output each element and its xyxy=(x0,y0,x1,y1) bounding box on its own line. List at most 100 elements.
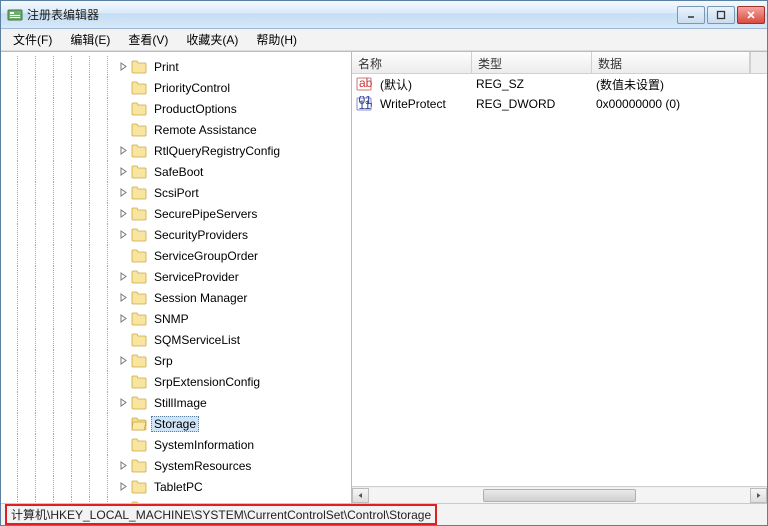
scroll-left-button[interactable] xyxy=(352,488,369,503)
expand-toggle-icon[interactable] xyxy=(117,61,129,73)
window-title: 注册表编辑器 xyxy=(27,6,677,23)
tree-item[interactable]: SystemInformation xyxy=(1,434,351,455)
horizontal-scrollbar[interactable] xyxy=(352,486,767,503)
expand-toggle-icon[interactable] xyxy=(117,229,129,241)
expand-toggle-icon[interactable] xyxy=(117,502,129,504)
expand-toggle-icon[interactable] xyxy=(117,271,129,283)
tree-item-label: StillImage xyxy=(151,396,210,410)
folder-icon xyxy=(131,270,147,284)
tree-item[interactable]: Print xyxy=(1,56,351,77)
value-row[interactable]: ab(默认)REG_SZ(数值未设置) xyxy=(352,74,767,94)
expand-toggle-icon[interactable] xyxy=(117,166,129,178)
regedit-icon xyxy=(7,7,23,23)
expand-toggle-icon[interactable] xyxy=(117,292,129,304)
string-value-icon: ab xyxy=(356,76,372,92)
folder-icon xyxy=(131,81,147,95)
tree-item[interactable]: SecurityProviders xyxy=(1,224,351,245)
folder-icon xyxy=(131,186,147,200)
tree-item-label: ServiceProvider xyxy=(151,270,242,284)
expand-toggle-icon[interactable] xyxy=(117,460,129,472)
tree-item-label: Print xyxy=(151,60,182,74)
maximize-button[interactable] xyxy=(707,6,735,24)
tree-item[interactable]: SQMServiceList xyxy=(1,329,351,350)
folder-icon xyxy=(131,312,147,326)
folder-icon xyxy=(131,333,147,347)
value-row[interactable]: 011110WriteProtectREG_DWORD0x00000000 (0… xyxy=(352,94,767,114)
menu-edit[interactable]: 编辑(E) xyxy=(62,29,118,50)
expand-toggle-icon[interactable] xyxy=(117,208,129,220)
tree-item[interactable]: Session Manager xyxy=(1,287,351,308)
folder-icon xyxy=(131,144,147,158)
tree-item[interactable]: SafeBoot xyxy=(1,161,351,182)
values-list[interactable]: ab(默认)REG_SZ(数值未设置)011110WriteProtectREG… xyxy=(352,74,767,486)
scroll-track[interactable] xyxy=(369,488,750,503)
col-data[interactable]: 数据 xyxy=(592,52,750,73)
scroll-right-button[interactable] xyxy=(750,488,767,503)
col-name[interactable]: 名称 xyxy=(352,52,472,73)
folder-icon xyxy=(131,249,147,263)
tree-item[interactable]: PriorityControl xyxy=(1,77,351,98)
tree-item[interactable]: RtlQueryRegistryConfig xyxy=(1,140,351,161)
folder-icon xyxy=(131,123,147,137)
tree-item[interactable]: Storage xyxy=(1,413,351,434)
value-name: (默认) xyxy=(374,75,470,94)
expand-toggle-icon[interactable] xyxy=(117,145,129,157)
tree-item-label: ServiceGroupOrder xyxy=(151,249,261,263)
value-type: REG_SZ xyxy=(470,76,590,92)
tree-item[interactable]: Srp xyxy=(1,350,351,371)
tree-item[interactable]: SecurePipeServers xyxy=(1,203,351,224)
col-type[interactable]: 类型 xyxy=(472,52,592,73)
content-area: Print PriorityControl ProductOptions Remote… xyxy=(1,51,767,503)
menu-help[interactable]: 帮助(H) xyxy=(248,29,305,50)
tree-item-label: RtlQueryRegistryConfig xyxy=(151,144,283,158)
tree-item[interactable]: TabletPC xyxy=(1,476,351,497)
menu-favorites[interactable]: 收藏夹(A) xyxy=(178,29,246,50)
tree-item-label: Storage xyxy=(151,416,199,432)
menu-file[interactable]: 文件(F) xyxy=(5,29,60,50)
tree-item[interactable]: SrpExtensionConfig xyxy=(1,371,351,392)
tree-item[interactable]: ServiceProvider xyxy=(1,266,351,287)
folder-icon xyxy=(131,417,147,431)
folder-icon xyxy=(131,459,147,473)
tree-item[interactable]: SystemResources xyxy=(1,455,351,476)
expand-toggle-icon[interactable] xyxy=(117,355,129,367)
close-button[interactable] xyxy=(737,6,765,24)
tree-item[interactable]: StillImage xyxy=(1,392,351,413)
svg-text:110: 110 xyxy=(359,98,373,112)
tree-item-label: SafeBoot xyxy=(151,165,206,179)
tree-item-label: SecurePipeServers xyxy=(151,207,260,221)
folder-icon xyxy=(131,438,147,452)
regedit-window: 注册表编辑器 文件(F) 编辑(E) 查看(V) 收藏夹(A) 帮助(H) Pr… xyxy=(0,0,768,526)
tree-item-label: PriorityControl xyxy=(151,81,233,95)
scroll-thumb[interactable] xyxy=(483,489,635,502)
folder-icon xyxy=(131,375,147,389)
menubar: 文件(F) 编辑(E) 查看(V) 收藏夹(A) 帮助(H) xyxy=(1,29,767,51)
expand-toggle-icon[interactable] xyxy=(117,187,129,199)
folder-icon xyxy=(131,60,147,74)
tree-item-label: Remote Assistance xyxy=(151,123,260,137)
folder-icon xyxy=(131,291,147,305)
value-type: REG_DWORD xyxy=(470,96,590,112)
expand-toggle-icon[interactable] xyxy=(117,313,129,325)
folder-icon xyxy=(131,480,147,494)
tree-item[interactable]: ServiceGroupOrder xyxy=(1,245,351,266)
values-pane: 名称 类型 数据 ab(默认)REG_SZ(数值未设置)011110WriteP… xyxy=(352,52,767,503)
minimize-button[interactable] xyxy=(677,6,705,24)
tree-item-label: Srp xyxy=(151,354,176,368)
folder-icon xyxy=(131,207,147,221)
menu-view[interactable]: 查看(V) xyxy=(120,29,176,50)
titlebar[interactable]: 注册表编辑器 xyxy=(1,1,767,29)
tree-item[interactable]: SNMP xyxy=(1,308,351,329)
expand-toggle-icon[interactable] xyxy=(117,481,129,493)
expand-toggle-icon[interactable] xyxy=(117,397,129,409)
tree-item-label: SNMP xyxy=(151,312,192,326)
status-path: 计算机\HKEY_LOCAL_MACHINE\SYSTEM\CurrentCon… xyxy=(5,504,437,525)
tree-item[interactable]: Remote Assistance xyxy=(1,119,351,140)
tree-item-label: SecurityProviders xyxy=(151,228,251,242)
tree-item[interactable]: ScsiPort xyxy=(1,182,351,203)
tree-item-label: SystemInformation xyxy=(151,438,257,452)
value-name: WriteProtect xyxy=(374,96,470,112)
tree-pane[interactable]: Print PriorityControl ProductOptions Remote… xyxy=(1,52,352,503)
tree-item[interactable]: ProductOptions xyxy=(1,98,351,119)
tree-item[interactable]: Terminal Server xyxy=(1,497,351,503)
